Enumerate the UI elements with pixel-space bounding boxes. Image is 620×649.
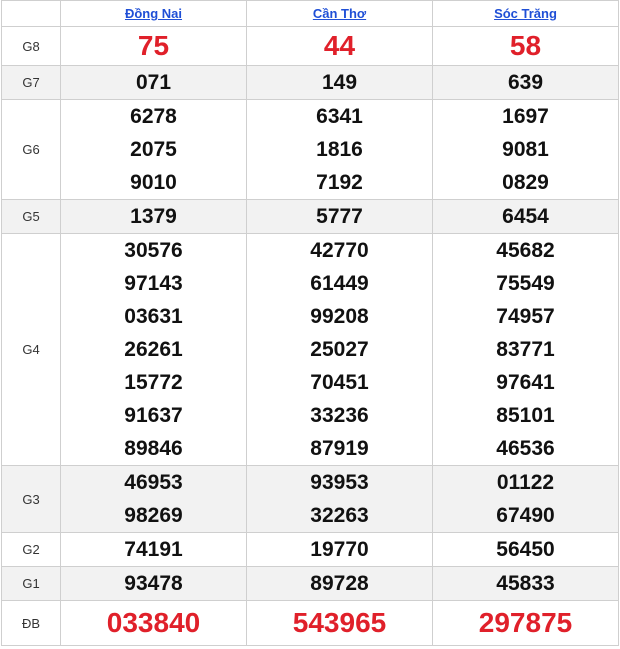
prize-row-g2: G2 74191 19770 56450 xyxy=(1,532,619,567)
prize-row-special: ĐB 033840 543965 297875 xyxy=(1,600,619,646)
lottery-results-table: Đồng Nai Cần Thơ Sóc Trăng G8 75 44 58 G… xyxy=(1,0,619,646)
prize-number: 74191 xyxy=(60,532,247,567)
prize-label: G8 xyxy=(1,26,61,66)
prize-number: 89846 xyxy=(124,437,183,460)
prize-number: 85101 xyxy=(496,404,555,427)
prize-row-g5: G5 1379 5777 6454 xyxy=(1,199,619,234)
prize-number: 03631 xyxy=(124,305,183,328)
prize-number: 7192 xyxy=(316,171,363,194)
province-header-soc-trang: Sóc Trăng xyxy=(432,0,619,27)
prize-number: 01122 xyxy=(496,471,555,494)
prize-number: 58 xyxy=(432,26,619,66)
prize-number: 9010 xyxy=(130,171,177,194)
province-link-can-tho[interactable]: Cần Thơ xyxy=(313,6,366,21)
prize-number: 0829 xyxy=(502,171,549,194)
prize-cell: 46953 98269 xyxy=(60,465,247,533)
prize-number: 1379 xyxy=(60,199,247,234)
prize-number: 1697 xyxy=(502,105,549,128)
prize-number: 97641 xyxy=(496,371,555,394)
prize-number: 97143 xyxy=(124,272,183,295)
prize-cell: 1697 9081 0829 xyxy=(432,99,619,200)
prize-number: 56450 xyxy=(432,532,619,567)
prize-number: 91637 xyxy=(124,404,183,427)
prize-label: G4 xyxy=(1,233,61,466)
special-prize-number: 543965 xyxy=(246,600,433,646)
prize-number: 93953 xyxy=(310,471,369,494)
prize-number: 44 xyxy=(246,26,433,66)
prize-number: 15772 xyxy=(124,371,183,394)
prize-label: G2 xyxy=(1,532,61,567)
prize-number: 70451 xyxy=(310,371,369,394)
prize-number: 26261 xyxy=(124,338,183,361)
prize-number: 33236 xyxy=(310,404,369,427)
prize-number: 5777 xyxy=(246,199,433,234)
prize-label: G7 xyxy=(1,65,61,100)
special-prize-number: 297875 xyxy=(432,600,619,646)
prize-number: 87919 xyxy=(310,437,369,460)
prize-number: 89728 xyxy=(246,566,433,601)
prize-number: 071 xyxy=(60,65,247,100)
province-header-can-tho: Cần Thơ xyxy=(246,0,433,27)
prize-cell: 42770 61449 99208 25027 70451 33236 8791… xyxy=(246,233,433,466)
prize-number: 149 xyxy=(246,65,433,100)
prize-label: G5 xyxy=(1,199,61,234)
prize-number: 639 xyxy=(432,65,619,100)
prize-number: 98269 xyxy=(124,504,183,527)
prize-number: 46536 xyxy=(496,437,555,460)
prize-row-g7: G7 071 149 639 xyxy=(1,65,619,100)
prize-number: 93478 xyxy=(60,566,247,601)
prize-number: 45833 xyxy=(432,566,619,601)
prize-number: 2075 xyxy=(130,138,177,161)
prize-cell: 01122 67490 xyxy=(432,465,619,533)
prize-row-g4: G4 30576 97143 03631 26261 15772 91637 8… xyxy=(1,233,619,466)
prize-row-g6: G6 6278 2075 9010 6341 1816 7192 1697 90… xyxy=(1,99,619,200)
prize-number: 32263 xyxy=(310,504,369,527)
province-link-soc-trang[interactable]: Sóc Trăng xyxy=(494,6,557,21)
province-header-dong-nai: Đồng Nai xyxy=(60,0,247,27)
special-prize-number: 033840 xyxy=(60,600,247,646)
prize-number: 9081 xyxy=(502,138,549,161)
header-corner xyxy=(1,0,61,27)
prize-label: G6 xyxy=(1,99,61,200)
prize-cell: 6278 2075 9010 xyxy=(60,99,247,200)
prize-row-g8: G8 75 44 58 xyxy=(1,26,619,66)
prize-row-g1: G1 93478 89728 45833 xyxy=(1,566,619,601)
prize-number: 99208 xyxy=(310,305,369,328)
prize-number: 61449 xyxy=(310,272,369,295)
province-link-dong-nai[interactable]: Đồng Nai xyxy=(125,6,182,21)
header-row: Đồng Nai Cần Thơ Sóc Trăng xyxy=(1,0,619,27)
prize-row-g3: G3 46953 98269 93953 32263 01122 67490 xyxy=(1,465,619,533)
prize-number: 45682 xyxy=(496,239,555,262)
prize-number: 19770 xyxy=(246,532,433,567)
prize-number: 46953 xyxy=(124,471,183,494)
prize-number: 75 xyxy=(60,26,247,66)
prize-number: 6454 xyxy=(432,199,619,234)
prize-label: G1 xyxy=(1,566,61,601)
prize-cell: 6341 1816 7192 xyxy=(246,99,433,200)
prize-number: 75549 xyxy=(496,272,555,295)
prize-cell: 30576 97143 03631 26261 15772 91637 8984… xyxy=(60,233,247,466)
prize-number: 25027 xyxy=(310,338,369,361)
prize-number: 74957 xyxy=(496,305,555,328)
prize-number: 67490 xyxy=(496,504,555,527)
prize-number: 6278 xyxy=(130,105,177,128)
prize-number: 42770 xyxy=(310,239,369,262)
prize-number: 83771 xyxy=(496,338,555,361)
prize-number: 30576 xyxy=(124,239,183,262)
prize-cell: 93953 32263 xyxy=(246,465,433,533)
prize-label: ĐB xyxy=(1,600,61,646)
prize-number: 6341 xyxy=(316,105,363,128)
prize-number: 1816 xyxy=(316,138,363,161)
prize-label: G3 xyxy=(1,465,61,533)
prize-cell: 45682 75549 74957 83771 97641 85101 4653… xyxy=(432,233,619,466)
